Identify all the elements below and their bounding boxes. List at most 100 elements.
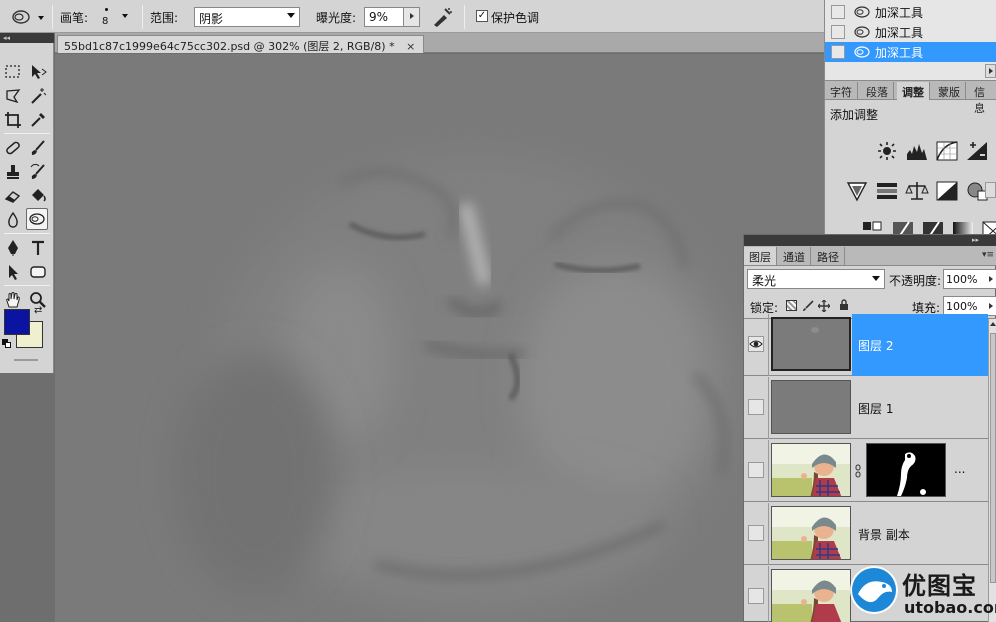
layer-thumbnail[interactable] <box>771 380 851 434</box>
tab-paths[interactable]: 路径 <box>812 247 845 265</box>
layer-thumbnail[interactable] <box>771 506 851 560</box>
tool-separator <box>4 285 50 286</box>
opacity-input[interactable]: 100% <box>943 269 996 289</box>
eyedropper-tool[interactable] <box>27 109 49 131</box>
blend-mode-dropdown[interactable]: 柔光 <box>747 269 885 289</box>
airbrush-toggle[interactable] <box>430 5 454 29</box>
layer-visibility-toggle[interactable] <box>748 399 764 415</box>
tab-channels[interactable]: 通道 <box>778 247 811 265</box>
tab-character[interactable]: 字符 <box>825 82 858 100</box>
layer-name: 背景 副本 <box>858 527 910 542</box>
layer-row-layer-1[interactable]: 图层 1 <box>744 377 988 439</box>
quick-mask-toggle[interactable] <box>14 359 38 361</box>
burn-tool[interactable] <box>26 208 48 230</box>
exposure-adjustment-button[interactable] <box>965 140 989 162</box>
levels-adjustment-button[interactable] <box>905 140 929 162</box>
lock-image-pixels-icon[interactable] <box>802 300 814 312</box>
hand-tool[interactable] <box>2 289 24 311</box>
slider-toggle[interactable] <box>403 8 419 26</box>
protect-tones-checkbox[interactable]: ✓ <box>476 10 488 22</box>
layer-mask-thumbnail[interactable] <box>866 443 946 497</box>
history-item[interactable]: 加深工具 <box>825 22 996 42</box>
paint-bucket-tool[interactable] <box>27 185 49 207</box>
layer-name-area[interactable]: 图层 1 <box>852 377 988 439</box>
tab-layers[interactable]: 图层 <box>744 247 777 265</box>
hue-bars-icon <box>877 183 897 199</box>
exposure-input[interactable]: 9% <box>364 7 420 27</box>
move-tool[interactable] <box>27 61 49 83</box>
tool-preset-picker[interactable] <box>8 6 48 28</box>
watermark-en: utobao.com <box>904 598 996 617</box>
layer-thumbnail[interactable] <box>771 317 851 371</box>
history-item[interactable]: 加深工具 <box>825 2 996 22</box>
layer-thumbnail[interactable] <box>771 569 851 622</box>
scrollbar-thumb[interactable] <box>990 333 996 583</box>
eraser-tool[interactable] <box>2 185 24 207</box>
fill-input[interactable]: 100% <box>943 296 996 316</box>
layers-panel-header[interactable]: ▸▸ <box>744 235 996 246</box>
history-snapshot-checkbox[interactable] <box>831 25 845 39</box>
black-white-adjustment-button[interactable] <box>935 180 959 202</box>
layer-row-masked[interactable]: ... <box>744 440 988 502</box>
history-snapshot-checkbox[interactable] <box>831 45 845 59</box>
clone-stamp-tool[interactable] <box>2 161 24 183</box>
tab-adjustments[interactable]: 调整 <box>897 82 930 100</box>
brightness-adjustment-button[interactable] <box>875 140 899 162</box>
tab-info[interactable]: 信息 <box>969 82 996 115</box>
tab-masks[interactable]: 蒙版 <box>933 82 966 100</box>
brush-picker[interactable]: 8 <box>98 4 132 30</box>
mask-link-icon[interactable] <box>855 464 861 478</box>
layer-visibility-toggle[interactable] <box>748 588 764 604</box>
burn-tool-icon <box>29 213 45 225</box>
type-tool[interactable] <box>27 237 49 259</box>
lock-position-icon[interactable] <box>818 300 830 312</box>
tools-panel-header[interactable]: ◂◂ <box>0 33 54 43</box>
tab-paragraph[interactable]: 段落 <box>861 82 894 100</box>
adjustments-scrollbar[interactable] <box>985 182 996 198</box>
exposure-value: 9% <box>369 10 389 24</box>
brush-tool[interactable] <box>27 137 49 159</box>
lock-all-icon[interactable] <box>838 299 850 311</box>
document-tab[interactable]: 55bd1c87c1999e64c75cc302.psd @ 302% (图层 … <box>57 35 425 53</box>
layer-visibility-toggle[interactable] <box>748 336 764 352</box>
history-snapshot-checkbox[interactable] <box>831 5 845 19</box>
shape-tool[interactable] <box>27 261 49 283</box>
layer-name-area[interactable]: 图层 2 <box>852 314 988 376</box>
color-balance-adjustment-button[interactable] <box>905 180 929 202</box>
history-brush-tool[interactable] <box>27 161 49 183</box>
document-canvas[interactable] <box>55 54 824 622</box>
separator <box>464 5 465 29</box>
curves-adjustment-button[interactable] <box>935 140 959 162</box>
layer-thumbnail[interactable] <box>771 443 851 497</box>
pen-tool[interactable] <box>2 237 24 259</box>
default-colors-icon[interactable] <box>2 339 12 349</box>
history-item-selected[interactable]: 加深工具 <box>825 42 996 62</box>
foreground-color-swatch-top[interactable] <box>4 309 30 335</box>
magic-wand-tool[interactable] <box>27 85 49 107</box>
layer-row-background-copy[interactable]: 背景 副本 <box>744 503 988 565</box>
lasso-tool[interactable] <box>2 85 24 107</box>
lock-transparent-pixels-icon[interactable] <box>786 300 797 311</box>
document-title: 55bd1c87c1999e64c75cc302.psd @ 302% (图层 … <box>64 40 395 53</box>
path-selection-tool[interactable] <box>2 261 24 283</box>
layer-visibility-toggle[interactable] <box>748 462 764 478</box>
panel-menu-icon[interactable]: ▾≡ <box>982 250 994 260</box>
chevron-right-icon <box>410 13 414 19</box>
divider <box>768 440 769 502</box>
healing-brush-tool[interactable] <box>2 137 24 159</box>
range-dropdown[interactable]: 阴影 <box>194 7 300 27</box>
scroll-up-icon <box>990 322 996 326</box>
brush-icon <box>31 140 45 155</box>
marquee-tool[interactable] <box>2 61 24 83</box>
swap-colors-icon[interactable]: ⇄ <box>34 305 42 316</box>
layer-row-layer-2[interactable]: 图层 2 <box>744 314 988 376</box>
close-icon[interactable]: × <box>406 40 415 53</box>
blur-tool[interactable] <box>2 209 24 231</box>
crop-tool[interactable] <box>2 109 24 131</box>
hue-saturation-adjustment-button[interactable] <box>875 180 899 202</box>
vibrance-adjustment-button[interactable] <box>845 180 869 202</box>
history-scrollbar[interactable] <box>985 64 996 78</box>
layer-visibility-toggle[interactable] <box>748 525 764 541</box>
layer-name-area[interactable]: 背景 副本 <box>852 503 988 565</box>
check-icon: ✓ <box>477 10 487 21</box>
